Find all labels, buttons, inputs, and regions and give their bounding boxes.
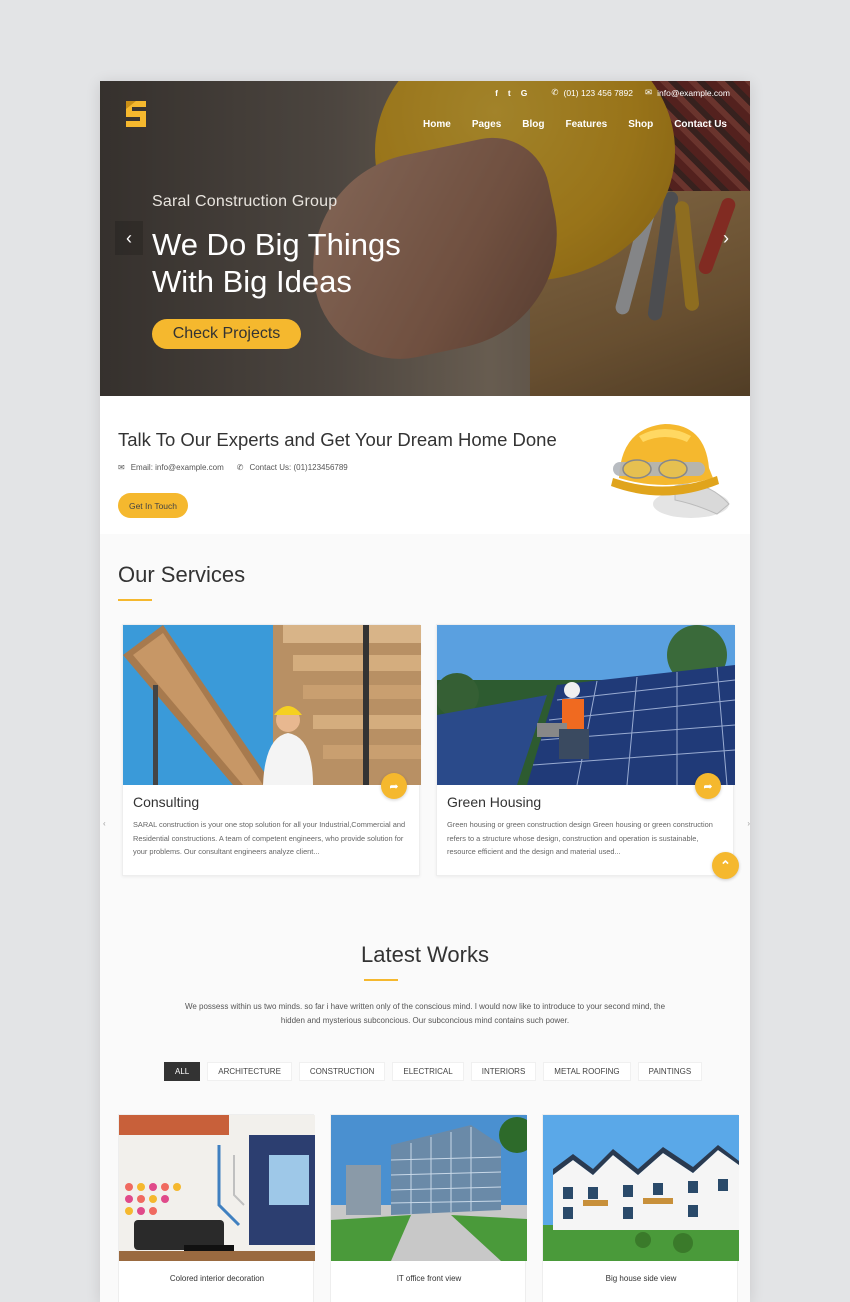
scroll-to-top-button[interactable]: ⌃ xyxy=(712,852,739,879)
facebook-icon[interactable]: f xyxy=(495,88,498,98)
green-housing-image xyxy=(437,625,735,785)
social-links: f t G xyxy=(495,88,527,98)
top-info-bar: f t G ✆ (01) 123 456 7892 ✉ info@example… xyxy=(495,87,730,98)
office-building-image xyxy=(331,1115,527,1261)
title-underline xyxy=(118,599,152,601)
phone-icon: ✆ xyxy=(236,463,244,472)
experts-email-text: Email: info@example.com xyxy=(130,463,224,472)
service-card-text: SARAL construction is your one stop solu… xyxy=(133,820,406,856)
work-caption: Colored interior decoration xyxy=(169,1274,265,1283)
nav-shop[interactable]: Shop xyxy=(628,119,653,130)
services-next-icon[interactable]: › xyxy=(747,819,750,828)
filter-electrical[interactable]: ELECTRICAL xyxy=(392,1062,464,1081)
work-card-office[interactable]: IT office front view xyxy=(330,1114,527,1302)
slider-next-arrow[interactable]: › xyxy=(712,221,740,255)
experts-title: Talk To Our Experts and Get Your Dream H… xyxy=(118,429,557,450)
header-email[interactable]: ✉ info@example.com xyxy=(645,87,730,98)
google-icon[interactable]: G xyxy=(521,88,528,98)
hero-title-line2: With Big Ideas xyxy=(152,264,352,299)
filter-construction[interactable]: CONSTRUCTION xyxy=(298,1062,386,1081)
latest-works-section: Latest Works We possess within us two mi… xyxy=(100,914,750,1302)
works-title: Latest Works xyxy=(361,942,489,967)
nav-home[interactable]: Home xyxy=(423,119,451,130)
envelope-icon: ✉ xyxy=(644,87,653,97)
filter-interiors[interactable]: INTERIORS xyxy=(470,1062,537,1081)
twitter-icon[interactable]: t xyxy=(508,88,511,98)
page: f t G ✆ (01) 123 456 7892 ✉ info@example… xyxy=(100,81,750,1302)
work-card-interior[interactable]: Colored interior decoration xyxy=(118,1114,315,1302)
services-title: Our Services xyxy=(118,562,246,587)
works-description: We possess within us two minds. so far i… xyxy=(184,1002,666,1025)
filter-architecture[interactable]: ARCHITECTURE xyxy=(207,1062,292,1081)
header-phone: ✆ (01) 123 456 7892 xyxy=(551,87,633,98)
share-arrow-icon[interactable]: ➦ xyxy=(695,773,721,799)
experts-section: Talk To Our Experts and Get Your Dream H… xyxy=(100,396,750,534)
nav-contact-us[interactable]: Contact Us xyxy=(674,119,727,130)
services-prev-icon[interactable]: ‹ xyxy=(103,819,106,828)
experts-contact-info: ✉ Email: info@example.com ✆ Contact Us: … xyxy=(118,463,348,472)
experts-phone-text: Contact Us: (01)123456789 xyxy=(249,463,348,472)
filter-all[interactable]: ALL xyxy=(164,1062,201,1081)
hero-subtitle: Saral Construction Group xyxy=(152,193,338,210)
work-card-house[interactable]: Big house side view xyxy=(542,1114,739,1302)
hard-hat-image xyxy=(611,424,730,518)
slider-prev-arrow[interactable]: ‹ xyxy=(115,221,143,255)
logo-icon[interactable] xyxy=(122,99,150,129)
email-text[interactable]: info@example.com xyxy=(657,88,730,98)
service-card-consulting[interactable]: ➦ Consulting SARAL construction is your … xyxy=(122,624,421,876)
service-card-green-housing[interactable]: ➦ Green Housing Green housing or green c… xyxy=(436,624,735,876)
phone-text: (01) 123 456 7892 xyxy=(563,87,633,98)
phone-icon: ✆ xyxy=(551,87,559,97)
get-in-touch-button[interactable]: Get In Touch xyxy=(118,493,188,518)
work-caption: IT office front view xyxy=(396,1274,462,1283)
work-caption: Big house side view xyxy=(605,1274,677,1283)
works-filter-bar: ALL ARCHITECTURE CONSTRUCTION ELECTRICAL… xyxy=(164,1062,703,1081)
envelope-icon: ✉ xyxy=(118,463,125,472)
nav-pages[interactable]: Pages xyxy=(472,119,501,130)
nav-blog[interactable]: Blog xyxy=(522,119,544,130)
check-projects-button[interactable]: Check Projects xyxy=(152,319,301,349)
experts-email: ✉ Email: info@example.com xyxy=(118,463,224,472)
nav-features[interactable]: Features xyxy=(566,119,608,130)
interior-image xyxy=(119,1115,315,1261)
hero-title-line1: We Do Big Things xyxy=(152,227,401,262)
service-card-title: Consulting xyxy=(133,794,200,810)
share-arrow-icon[interactable]: ➦ xyxy=(381,773,407,799)
hero-slider: f t G ✆ (01) 123 456 7892 ✉ info@example… xyxy=(100,81,750,396)
filter-metal-roofing[interactable]: METAL ROOFING xyxy=(543,1062,631,1081)
experts-phone: ✆ Contact Us: (01)123456789 xyxy=(237,463,348,472)
service-card-title: Green Housing xyxy=(447,794,542,810)
services-section: Our Services ‹ › ➦ Consulting SARAL cons… xyxy=(100,534,750,914)
title-underline xyxy=(364,979,398,981)
house-image xyxy=(543,1115,739,1261)
service-card-text: Green housing or green construction desi… xyxy=(447,820,713,856)
consulting-image xyxy=(123,625,421,785)
hero-title: We Do Big Things With Big Ideas xyxy=(152,226,472,300)
main-nav: Home Pages Blog Features Shop Contact Us xyxy=(423,119,727,130)
filter-paintings[interactable]: PAINTINGS xyxy=(637,1062,703,1081)
